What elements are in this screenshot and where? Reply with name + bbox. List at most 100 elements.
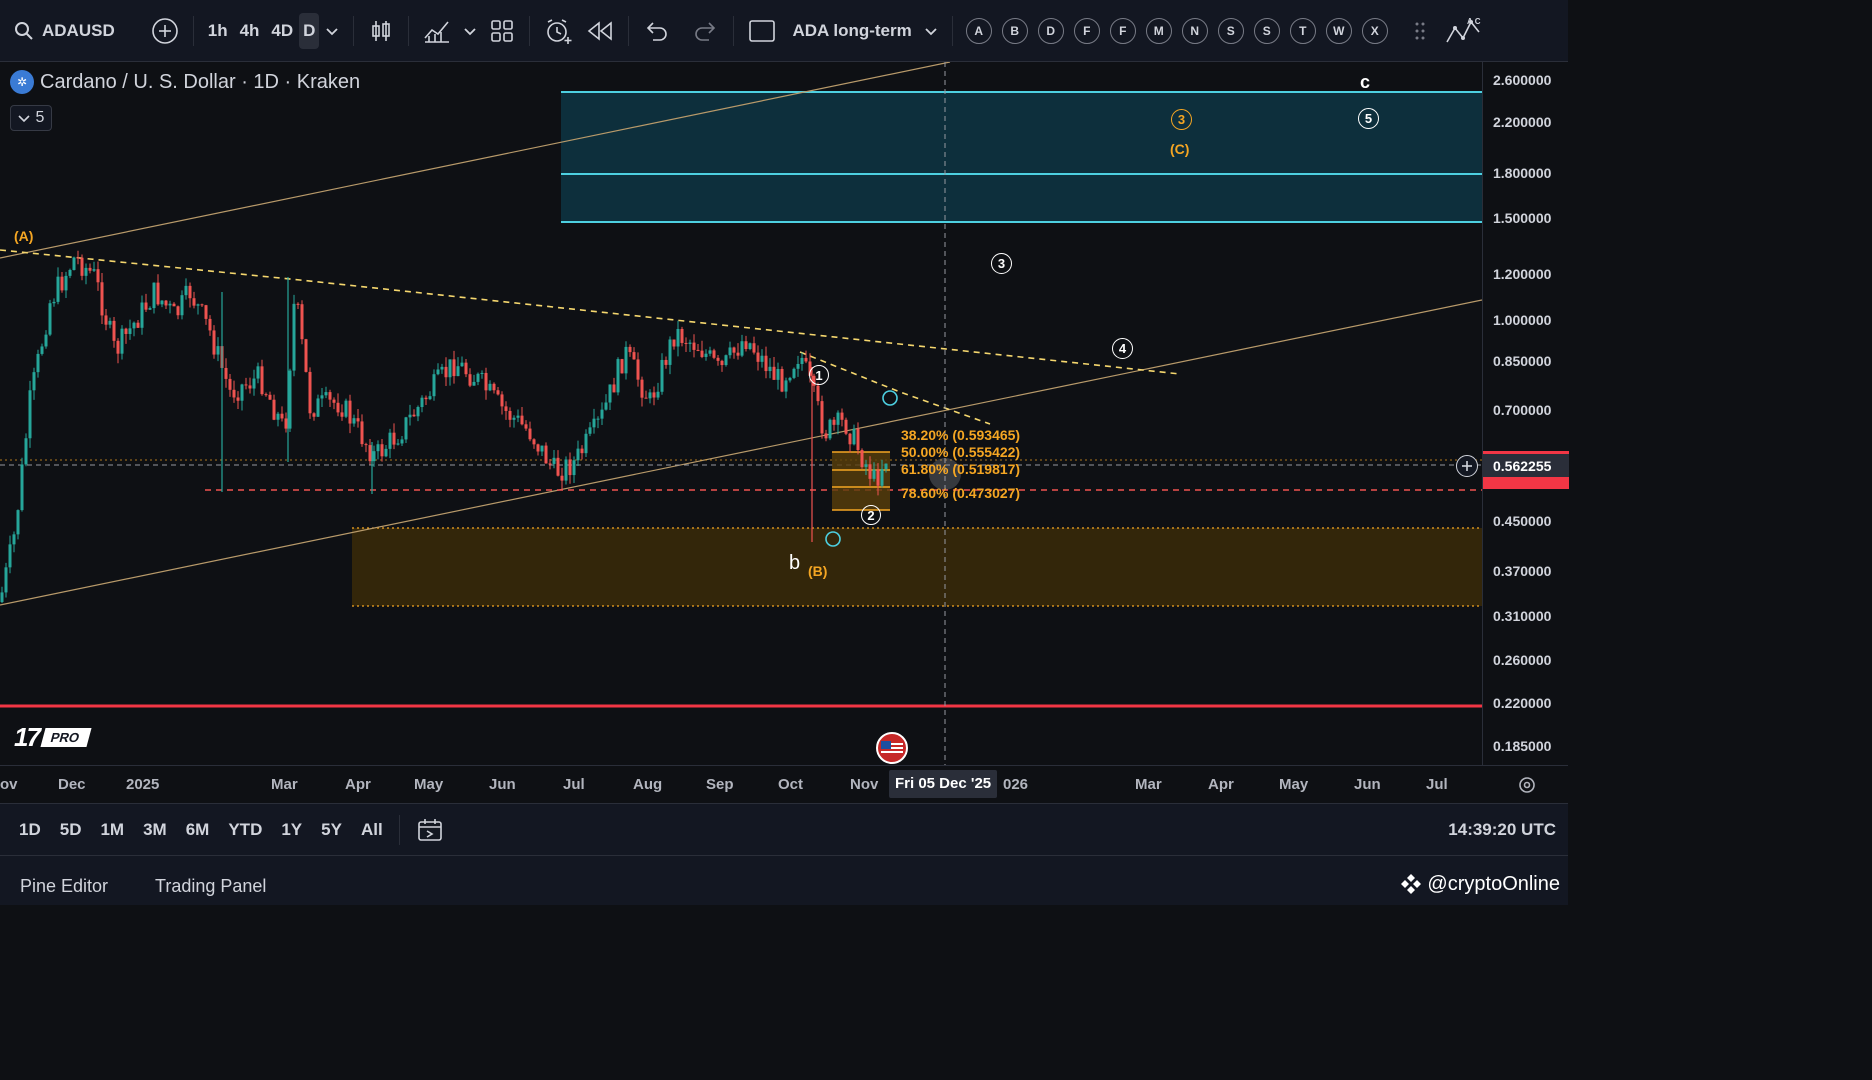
interval-dropdown[interactable]	[319, 13, 345, 49]
alert-button[interactable]	[538, 13, 580, 49]
tab-trading-panel[interactable]: Trading Panel	[155, 876, 266, 897]
symbol-search[interactable]: ADAUSD	[8, 13, 121, 49]
watchlist-t[interactable]: T	[1289, 17, 1316, 44]
binance-logo-icon	[1401, 874, 1422, 894]
add-alert-crosshair-button[interactable]	[1456, 455, 1478, 477]
wave-5-marker: 5	[1358, 108, 1379, 129]
candle-body	[868, 464, 872, 479]
interval-4d[interactable]: 4D	[265, 13, 299, 49]
candle-body	[104, 315, 108, 325]
candle-body	[604, 402, 608, 410]
tradingview-logo[interactable]: 17 PRO	[14, 722, 92, 753]
candle-body	[204, 305, 208, 319]
candle-body	[568, 459, 572, 476]
candle-body	[564, 459, 568, 481]
chevron-down-icon	[464, 27, 477, 35]
range-ytd[interactable]: YTD	[228, 820, 262, 840]
layout-button[interactable]	[483, 13, 521, 49]
candle-body	[52, 301, 56, 304]
wave-4-marker: 4	[1112, 338, 1133, 359]
candle-body	[384, 448, 388, 457]
range-5d[interactable]: 5D	[60, 820, 82, 840]
replay-button[interactable]	[580, 13, 620, 49]
watchlist-n[interactable]: N	[1181, 17, 1208, 44]
candle-body	[324, 392, 328, 396]
candle-body	[884, 463, 888, 470]
time-axis[interactable]: ov Dec 2025 Mar Apr May Jun Jul Aug Sep …	[0, 765, 1568, 803]
candle-body	[512, 417, 516, 420]
watchlist-a[interactable]: A	[965, 17, 992, 44]
candle-body	[432, 374, 436, 397]
range-all[interactable]: All	[361, 820, 383, 840]
candle-body	[300, 304, 304, 340]
candle-body	[152, 282, 156, 309]
candle-body	[36, 353, 40, 373]
watchlist-b[interactable]: B	[1001, 17, 1028, 44]
symbol-legend[interactable]: ✲ Cardano / U. S. Dollar · 1D · Kraken	[10, 70, 360, 94]
range-1m[interactable]: 1M	[100, 820, 124, 840]
redo-button[interactable]	[687, 13, 725, 49]
price-chart[interactable]	[0, 62, 1482, 765]
price-axis[interactable]: 2.600000 2.200000 1.800000 1.500000 1.20…	[1482, 62, 1569, 765]
chart-type-button[interactable]	[362, 13, 400, 49]
wave-1-label: 1	[815, 367, 823, 383]
candle-body	[688, 342, 692, 344]
gear-icon	[1519, 777, 1535, 793]
candle-body	[496, 390, 500, 395]
candle-body	[556, 457, 560, 476]
watchlist-s2[interactable]: S	[1253, 17, 1280, 44]
range-3m[interactable]: 3M	[143, 820, 167, 840]
range-1y[interactable]: 1Y	[281, 820, 302, 840]
chart-pane[interactable]: ✲ Cardano / U. S. Dollar · 1D · Kraken 5…	[0, 62, 1482, 765]
toolbar-divider	[353, 15, 355, 46]
candle-body	[560, 475, 564, 481]
economic-event-flag-icon[interactable]	[876, 732, 908, 764]
candle-body	[880, 469, 884, 486]
interval-4h[interactable]: 4h	[234, 13, 266, 49]
price-tick: 0.850000	[1493, 353, 1552, 369]
candle-body	[4, 567, 8, 593]
candle-body	[608, 384, 612, 403]
range-5y[interactable]: 5Y	[321, 820, 342, 840]
drag-handle[interactable]	[1407, 13, 1433, 49]
watchlist-f1[interactable]: F	[1073, 17, 1100, 44]
range-6m[interactable]: 6M	[186, 820, 210, 840]
candle-body	[844, 419, 848, 434]
candle-body	[476, 373, 480, 382]
pattern-tool-button[interactable]: A C	[1439, 13, 1491, 49]
time-tick: Aug	[633, 776, 663, 793]
axis-settings-button[interactable]	[1516, 774, 1538, 801]
wave-label-b: b	[789, 552, 801, 574]
candle-body	[60, 276, 64, 291]
watchlist-m[interactable]: M	[1145, 17, 1172, 44]
candle-body	[856, 428, 860, 451]
range-1d[interactable]: 1D	[19, 820, 41, 840]
watchlist-f2[interactable]: F	[1109, 17, 1136, 44]
candle-body	[704, 353, 708, 357]
candle-body	[416, 407, 420, 417]
tab-pine-editor[interactable]: Pine Editor	[20, 876, 108, 897]
candle-body	[64, 275, 68, 291]
candle-body	[396, 443, 400, 445]
go-to-date-button[interactable]	[416, 817, 444, 843]
utc-clock[interactable]: 14:39:20 UTC	[1448, 820, 1556, 840]
candle-body	[672, 339, 676, 347]
interval-1h[interactable]: 1h	[202, 13, 234, 49]
legend-collapse-button[interactable]: 5	[10, 105, 52, 131]
indicators-button[interactable]	[417, 13, 457, 49]
undo-button[interactable]	[637, 13, 675, 49]
add-symbol-button[interactable]	[145, 13, 185, 49]
watchlist-w[interactable]: W	[1325, 17, 1352, 44]
watchlist-s1[interactable]: S	[1217, 17, 1244, 44]
candle-body	[680, 328, 684, 343]
chevron-down-icon	[326, 27, 339, 35]
interval-d[interactable]: D	[299, 12, 320, 49]
indicators-dropdown[interactable]	[457, 13, 483, 49]
watchlist-x[interactable]: X	[1361, 17, 1388, 44]
candle-body	[48, 303, 52, 335]
layout-select[interactable]: ADA long-term	[742, 13, 943, 49]
candle-body	[760, 355, 764, 362]
candle-body	[540, 445, 544, 452]
candle-body	[268, 394, 272, 400]
watchlist-d[interactable]: D	[1037, 17, 1064, 44]
